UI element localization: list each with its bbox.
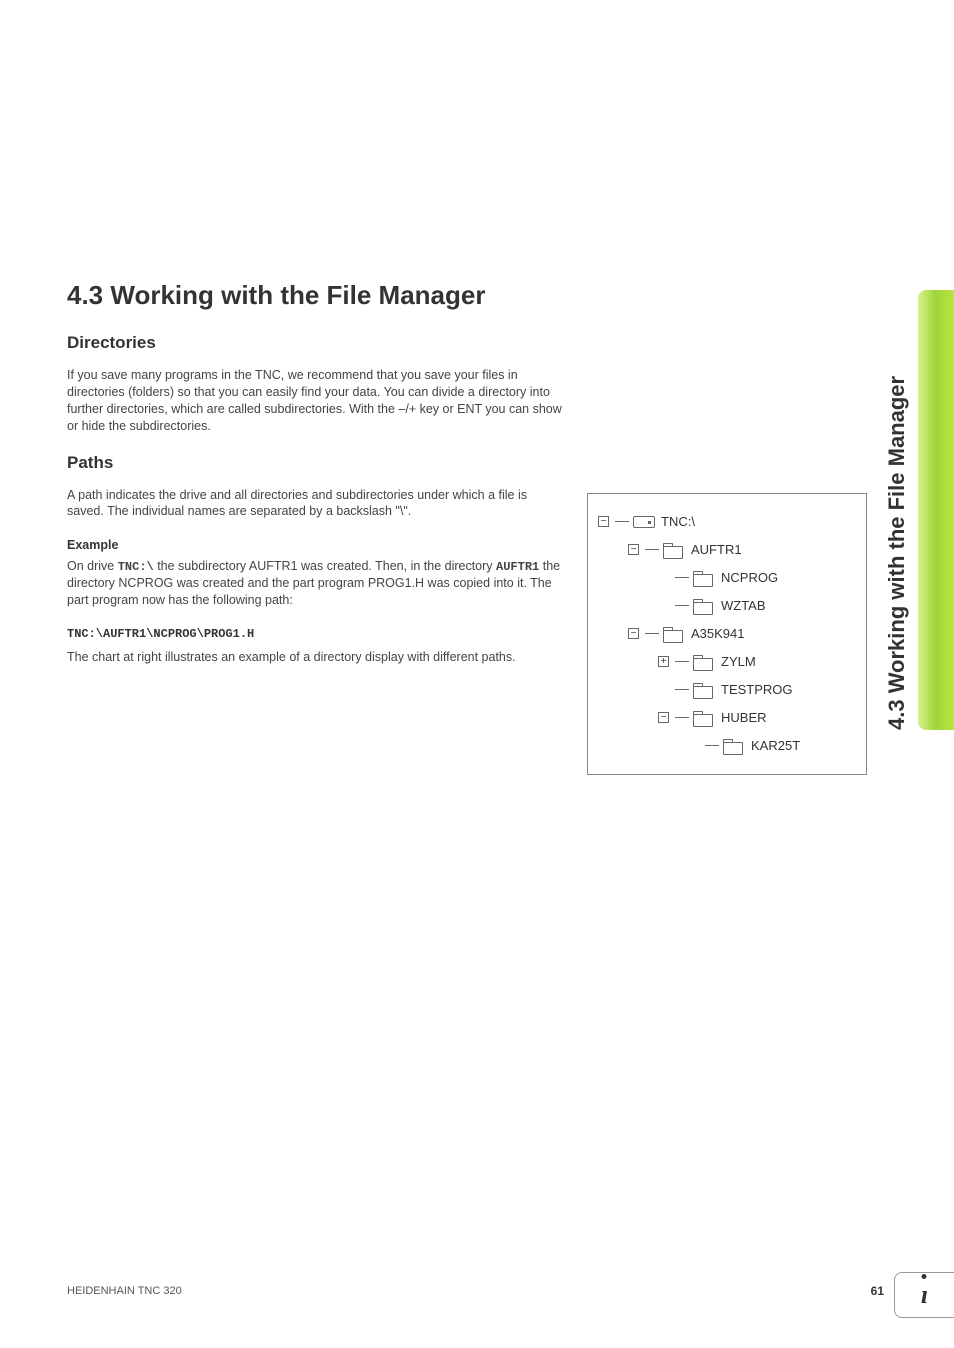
example-label: Example <box>67 538 567 552</box>
folder-icon <box>693 683 713 697</box>
tree-root-label: TNC:\ <box>661 514 695 529</box>
minus-icon: − <box>658 712 669 723</box>
folder-icon <box>693 571 713 585</box>
example-text-1: On drive <box>67 559 118 573</box>
paths-body: A path indicates the drive and all direc… <box>67 487 567 521</box>
tree-label: KAR25T <box>751 738 800 753</box>
directory-tree: − TNC:\ − AUFTR1 NCPROG W <box>587 493 867 775</box>
connector-icon <box>675 689 689 690</box>
tree-root: − TNC:\ <box>598 508 852 536</box>
footer-left: HEIDENHAIN TNC 320 <box>67 1285 182 1297</box>
example-path: TNC:\AUFTR1\NCPROG\PROG1.H <box>67 627 567 641</box>
connector-icon <box>675 661 689 662</box>
info-stub: ı <box>894 1272 954 1318</box>
connector-icon <box>675 577 689 578</box>
folder-icon <box>723 739 743 753</box>
minus-icon: − <box>628 544 639 555</box>
folder-icon <box>663 543 683 557</box>
heading-directories: Directories <box>67 333 884 353</box>
tree-item-auftr1: − AUFTR1 <box>598 536 852 564</box>
drive-icon <box>633 516 655 528</box>
tree-item-wztab: WZTAB <box>598 592 852 620</box>
tree-label: NCPROG <box>721 570 778 585</box>
info-icon: ı <box>921 1280 928 1310</box>
tree-label: WZTAB <box>721 598 766 613</box>
example-closing: The chart at right illustrates an exampl… <box>67 649 567 666</box>
folder-icon <box>693 655 713 669</box>
folder-icon <box>693 599 713 613</box>
heading-paths: Paths <box>67 453 884 473</box>
tree-item-huber: − HUBER <box>598 704 852 732</box>
expander-spacer <box>658 684 669 695</box>
connector-icon <box>675 605 689 606</box>
directories-body: If you save many programs in the TNC, we… <box>67 367 567 435</box>
connector-icon <box>705 745 719 746</box>
example-dir: AUFTR1 <box>496 560 539 574</box>
tree-item-kar25t: KAR25T <box>598 732 852 760</box>
connector-icon <box>645 633 659 634</box>
example-body: On drive TNC:\ the subdirectory AUFTR1 w… <box>67 558 567 609</box>
tree-label: AUFTR1 <box>691 542 742 557</box>
heading-main: 4.3 Working with the File Manager <box>67 280 884 311</box>
tree-label: HUBER <box>721 710 767 725</box>
tree-label: ZYLM <box>721 654 756 669</box>
expander-spacer <box>688 740 699 751</box>
minus-icon: − <box>628 628 639 639</box>
expander-spacer <box>658 572 669 583</box>
page-footer: HEIDENHAIN TNC 320 61 <box>67 1284 884 1298</box>
tree-item-a35k941: − A35K941 <box>598 620 852 648</box>
folder-icon <box>693 711 713 725</box>
page-content: 4.3 Working with the File Manager Direct… <box>0 0 954 775</box>
folder-icon <box>663 627 683 641</box>
minus-icon: − <box>598 516 609 527</box>
connector-icon <box>645 549 659 550</box>
expander-spacer <box>658 600 669 611</box>
example-text-2: the subdirectory AUFTR1 was created. The… <box>154 559 496 573</box>
tree-item-ncprog: NCPROG <box>598 564 852 592</box>
connector-icon <box>615 521 629 522</box>
example-drive: TNC:\ <box>118 560 154 574</box>
connector-icon <box>675 717 689 718</box>
tree-item-testprog: TESTPROG <box>598 676 852 704</box>
tree-label: A35K941 <box>691 626 745 641</box>
plus-icon: + <box>658 656 669 667</box>
tree-item-zylm: + ZYLM <box>598 648 852 676</box>
tree-label: TESTPROG <box>721 682 793 697</box>
page-number: 61 <box>871 1284 884 1298</box>
